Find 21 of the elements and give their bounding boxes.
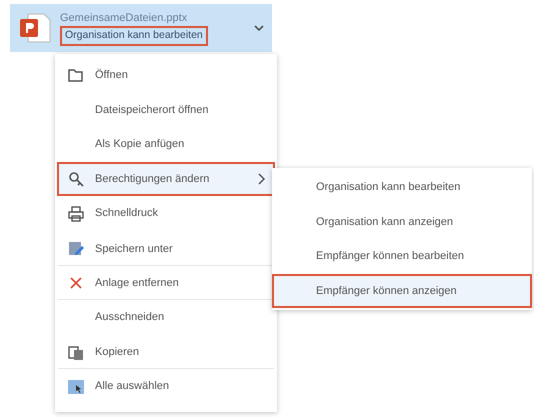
submenu-item[interactable]: Organisation kann bearbeiten	[272, 170, 532, 204]
permission-label: Organisation kann bearbeiten	[60, 26, 208, 46]
file-name: GemeinsameDateien.pptx	[60, 10, 188, 26]
submenu-item[interactable]: Empfänger können bearbeiten	[272, 239, 532, 274]
select-all-icon	[67, 378, 85, 396]
menu-item[interactable]: Kopieren	[57, 334, 275, 370]
attachment-header[interactable]: GemeinsameDateien.pptx Organisation kann bearbeiten	[10, 4, 272, 52]
menu-item[interactable]: Berechtigungen ändern	[57, 162, 275, 196]
presentation-file-icon	[18, 11, 52, 45]
menu-item[interactable]: Dateispeicherort öffnen	[57, 92, 275, 128]
menu-item[interactable]: Als Kopie anfügen	[57, 127, 275, 162]
printer-icon	[67, 204, 85, 223]
menu-item[interactable]: Ausschneiden	[57, 300, 275, 335]
submenu-item[interactable]: Organisation kann anzeigen	[272, 204, 532, 239]
menu-item[interactable]: Alle auswählen	[57, 369, 275, 404]
key-icon	[67, 170, 85, 188]
save-icon	[67, 240, 85, 258]
submenu-item[interactable]: Empfänger können anzeigen	[272, 274, 532, 308]
copy-icon	[67, 344, 85, 362]
menu-item[interactable]: Schnelldruck	[57, 196, 275, 231]
menu-item[interactable]: Öffnen	[57, 58, 275, 93]
